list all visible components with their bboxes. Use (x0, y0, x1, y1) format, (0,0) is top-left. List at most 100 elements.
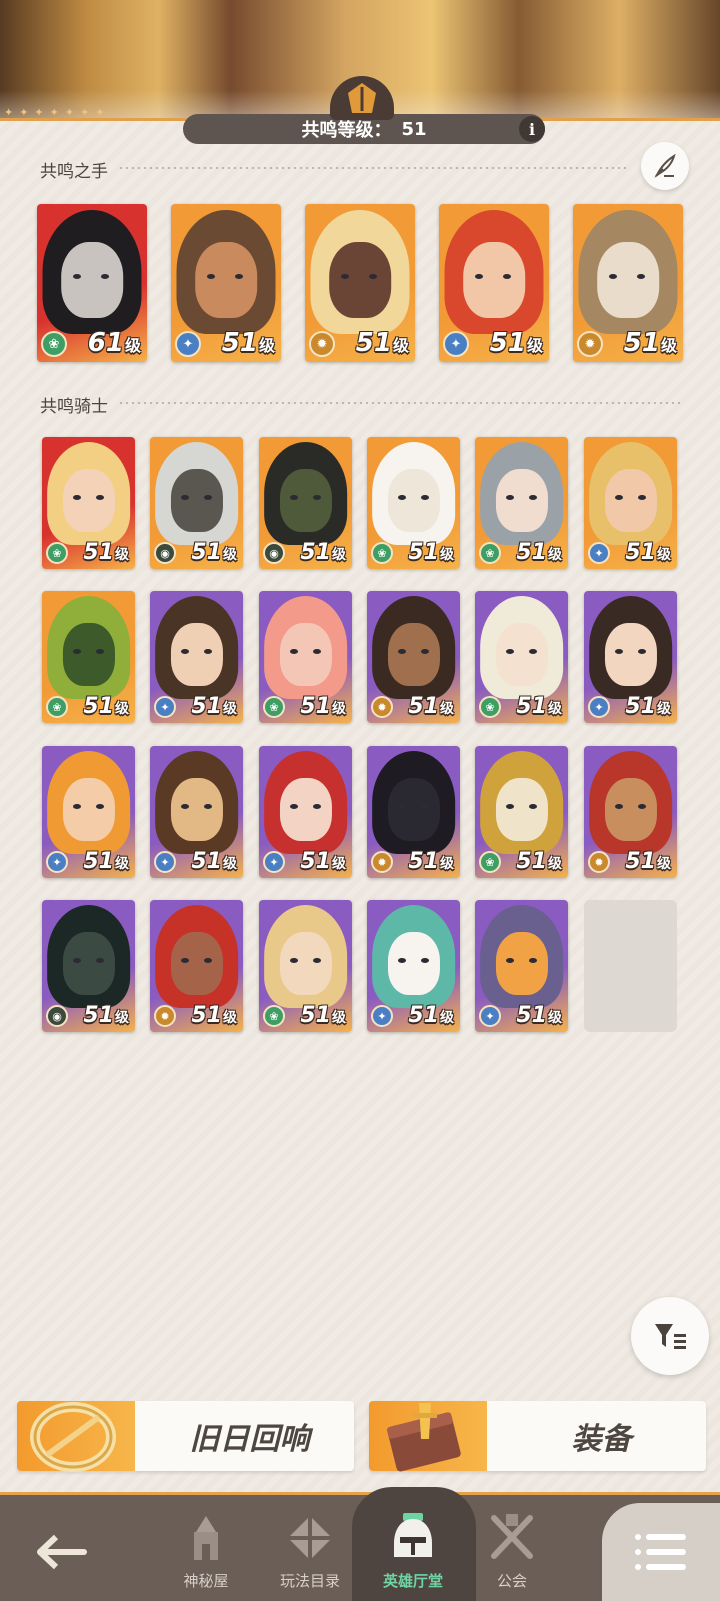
decor-stars: ✦✦✦✦✦✦✦ (4, 106, 111, 119)
echoes-of-the-past-button[interactable]: 旧日回响 (17, 1401, 354, 1472)
section-title-hands: 共鸣之手 (40, 162, 108, 182)
wilder-faction-icon: ❀ (46, 696, 68, 718)
lightbearer-faction-icon: ✦ (263, 851, 285, 873)
hero-card[interactable]: ✦ 51 级 (439, 204, 549, 362)
hero-card[interactable]: ❀ 51 级 (475, 746, 568, 878)
info-icon[interactable]: i (519, 116, 545, 142)
mauler-faction-icon: ✹ (371, 696, 393, 718)
hero-level-unit: 级 (657, 701, 671, 717)
hero-card[interactable]: ❀ 51 级 (42, 437, 135, 569)
hero-card[interactable]: ✹ 51 级 (573, 204, 683, 362)
hero-card[interactable]: ✦ 51 级 (259, 746, 352, 878)
hero-card[interactable]: ❀ 51 级 (259, 591, 352, 723)
wilder-faction-icon: ❀ (41, 331, 67, 357)
nav-label: 英雄厅堂 (382, 1572, 443, 1590)
hero-level: 51 级 (83, 1003, 129, 1028)
hero-level-unit: 级 (548, 1010, 562, 1026)
hero-card[interactable]: ❀ 61 级 (37, 204, 147, 362)
hero-level-number: 51 (300, 540, 331, 565)
hero-level: 51 级 (356, 328, 409, 358)
hero-card[interactable]: ❀ 51 级 (475, 437, 568, 569)
hero-card[interactable]: ✹ 51 级 (584, 746, 677, 878)
equipment-button[interactable]: 装备 (369, 1401, 706, 1472)
mauler-faction-icon: ✹ (577, 331, 603, 357)
lightbearer-faction-icon: ✦ (154, 696, 176, 718)
hero-card[interactable]: ❀ 51 级 (42, 591, 135, 723)
hero-card[interactable]: ✹ 51 级 (367, 591, 460, 723)
echo-ring-icon (30, 1402, 116, 1472)
filter-sort-icon[interactable] (631, 1297, 709, 1375)
hero-level-number: 51 (408, 1003, 439, 1028)
hero-card[interactable]: ✦ 51 级 (367, 900, 460, 1032)
hero-level-unit: 级 (332, 547, 346, 563)
hero-card[interactable]: ✦ 51 级 (150, 591, 243, 723)
nav-hero-hall[interactable]: 英雄厅堂 (370, 1492, 456, 1601)
hero-level: 51 级 (625, 540, 671, 565)
hero-level-number: 51 (625, 540, 656, 565)
hero-card[interactable]: ✦ 51 级 (584, 437, 677, 569)
hero-card[interactable]: ✦ 51 级 (42, 746, 135, 878)
hero-level: 51 级 (625, 849, 671, 874)
wilder-faction-icon: ❀ (263, 696, 285, 718)
hero-level: 51 级 (222, 328, 275, 358)
hero-level-unit: 级 (332, 856, 346, 872)
hero-card[interactable]: ✦ 51 级 (150, 746, 243, 878)
nav-gameplay[interactable]: 玩法目录 (270, 1492, 350, 1601)
nav-guild[interactable]: 公会 (472, 1492, 552, 1601)
lightbearer-faction-icon: ✦ (443, 331, 469, 357)
lightbearer-faction-icon: ✦ (588, 696, 610, 718)
hero-level-unit: 级 (657, 547, 671, 563)
section-title-knights: 共鸣骑士 (40, 397, 108, 417)
hero-level: 51 级 (516, 1003, 562, 1028)
hero-card[interactable]: ✹ 51 级 (305, 204, 415, 362)
hero-level-unit: 级 (115, 856, 129, 872)
quill-icon[interactable] (641, 142, 689, 190)
hero-level-number: 51 (300, 1003, 331, 1028)
mauler-faction-icon: ✹ (154, 1005, 176, 1027)
hero-level-number: 51 (625, 694, 656, 719)
hero-level-unit: 级 (548, 701, 562, 717)
hero-level-unit: 级 (657, 856, 671, 872)
hero-level-number: 51 (300, 849, 331, 874)
hero-card[interactable]: ◉ 51 级 (42, 900, 135, 1032)
hero-level-unit: 级 (548, 547, 562, 563)
wilder-faction-icon: ❀ (479, 696, 501, 718)
hero-level: 51 级 (408, 1003, 454, 1028)
empty-knight-slot[interactable] (584, 900, 677, 1032)
lightbearer-faction-icon: ✦ (479, 1005, 501, 1027)
hero-card[interactable]: ◉ 51 级 (259, 437, 352, 569)
hero-level: 61 级 (88, 328, 141, 358)
hero-level-number: 51 (191, 1003, 222, 1028)
hero-level-unit: 级 (115, 701, 129, 717)
wilder-faction-icon: ❀ (479, 542, 501, 564)
nav-mystic-house[interactable]: 神秘屋 (166, 1492, 246, 1601)
back-arrow-icon[interactable] (30, 1520, 94, 1584)
hero-card[interactable]: ✹ 51 级 (367, 746, 460, 878)
hero-card[interactable]: ✦ 51 级 (171, 204, 281, 362)
knight-helmet-icon (385, 1510, 441, 1566)
hero-card[interactable]: ❀ 51 级 (475, 591, 568, 723)
hero-level-unit: 级 (440, 1010, 454, 1026)
mauler-faction-icon: ✹ (371, 851, 393, 873)
hero-level-unit: 级 (258, 336, 275, 355)
hero-level-unit: 级 (332, 1010, 346, 1026)
hero-level-number: 51 (623, 328, 660, 358)
graveborn-faction-icon: ◉ (154, 542, 176, 564)
hero-level-unit: 级 (115, 547, 129, 563)
hero-level: 51 级 (408, 849, 454, 874)
hero-level: 51 级 (625, 694, 671, 719)
divider-dots (118, 167, 626, 169)
hero-card[interactable]: ◉ 51 级 (150, 437, 243, 569)
hero-card[interactable]: ✦ 51 级 (475, 900, 568, 1032)
hero-card[interactable]: ✦ 51 级 (584, 591, 677, 723)
hero-level: 51 级 (516, 694, 562, 719)
nav-label: 神秘屋 (183, 1572, 229, 1590)
hero-card[interactable]: ❀ 51 级 (259, 900, 352, 1032)
hero-level-number: 51 (191, 694, 222, 719)
graveborn-faction-icon: ◉ (46, 1005, 68, 1027)
hero-card[interactable]: ✹ 51 级 (150, 900, 243, 1032)
hero-level-number: 51 (83, 849, 114, 874)
hero-level-unit: 级 (548, 856, 562, 872)
hero-card[interactable]: ❀ 51 级 (367, 437, 460, 569)
list-menu-icon[interactable] (602, 1503, 720, 1601)
